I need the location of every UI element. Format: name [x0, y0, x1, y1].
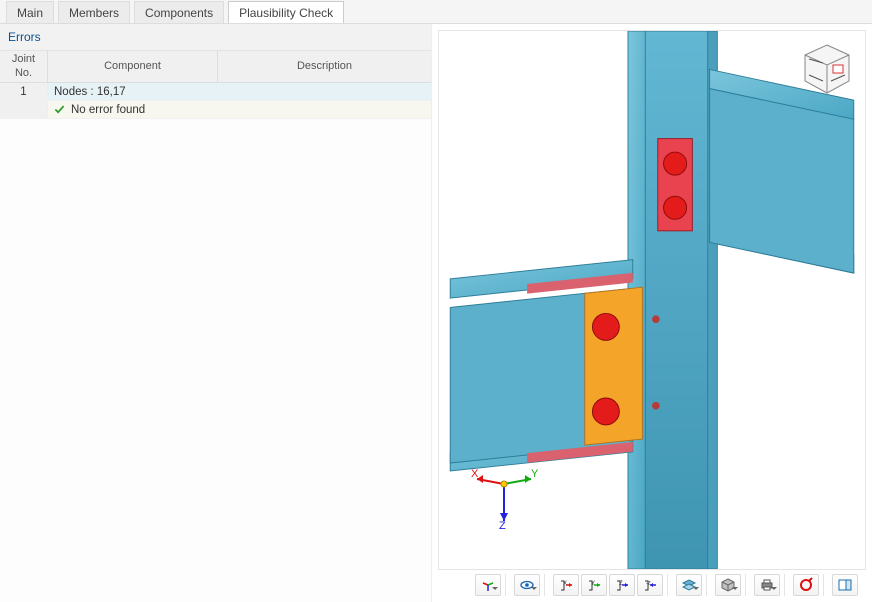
- table-row[interactable]: No error found: [0, 101, 431, 119]
- go-z-button[interactable]: Z: [609, 574, 635, 596]
- svg-text:Y: Y: [591, 581, 595, 587]
- print-button[interactable]: [754, 574, 780, 596]
- cube-view-button[interactable]: [715, 574, 741, 596]
- tab-components[interactable]: Components: [134, 1, 224, 23]
- errors-panel: Errors Joint No. Component Description 1…: [0, 24, 432, 602]
- go-y-button[interactable]: Y: [581, 574, 607, 596]
- tab-bar: Main Members Components Plausibility Che…: [0, 0, 872, 24]
- svg-text:-Z: -Z: [646, 581, 651, 587]
- go-x-button[interactable]: X: [553, 574, 579, 596]
- go-neg-z-button[interactable]: -Z: [637, 574, 663, 596]
- 3d-viewport[interactable]: X Y Z: [438, 30, 866, 570]
- table-row[interactable]: 1 Nodes : 16,17: [0, 83, 431, 101]
- cell-description: No error found: [71, 104, 145, 116]
- cell-joint-no: 1: [0, 83, 48, 100]
- svg-text:Z: Z: [499, 520, 506, 529]
- window-split-button[interactable]: [832, 574, 858, 596]
- tab-main[interactable]: Main: [6, 1, 54, 23]
- header-component: Component: [48, 51, 218, 82]
- svg-text:X: X: [563, 581, 567, 587]
- layers-button[interactable]: [676, 574, 702, 596]
- header-description: Description: [218, 51, 431, 82]
- viewport-panel: X Y Z: [432, 24, 872, 602]
- reset-red-button[interactable]: [793, 574, 819, 596]
- axes-picker-button[interactable]: [475, 574, 501, 596]
- nav-cube[interactable]: [799, 41, 855, 97]
- grid-header: Joint No. Component Description: [0, 51, 431, 83]
- cell-status: No error found: [48, 101, 431, 118]
- svg-text:Y: Y: [531, 468, 539, 480]
- cell-nodes: Nodes : 16,17: [48, 83, 431, 100]
- check-icon: [54, 104, 65, 115]
- header-joint-no: Joint No.: [0, 51, 48, 82]
- svg-text:Z: Z: [619, 581, 623, 587]
- tab-plausibility-check[interactable]: Plausibility Check: [228, 1, 344, 23]
- view-eye-button[interactable]: [514, 574, 540, 596]
- tab-members[interactable]: Members: [58, 1, 130, 23]
- svg-text:X: X: [471, 468, 479, 480]
- panel-title: Errors: [0, 24, 431, 51]
- viewport-toolbar: X Y Z -Z: [438, 572, 866, 598]
- cell-joint-no: [0, 101, 48, 118]
- axis-triad: X Y Z: [469, 449, 539, 529]
